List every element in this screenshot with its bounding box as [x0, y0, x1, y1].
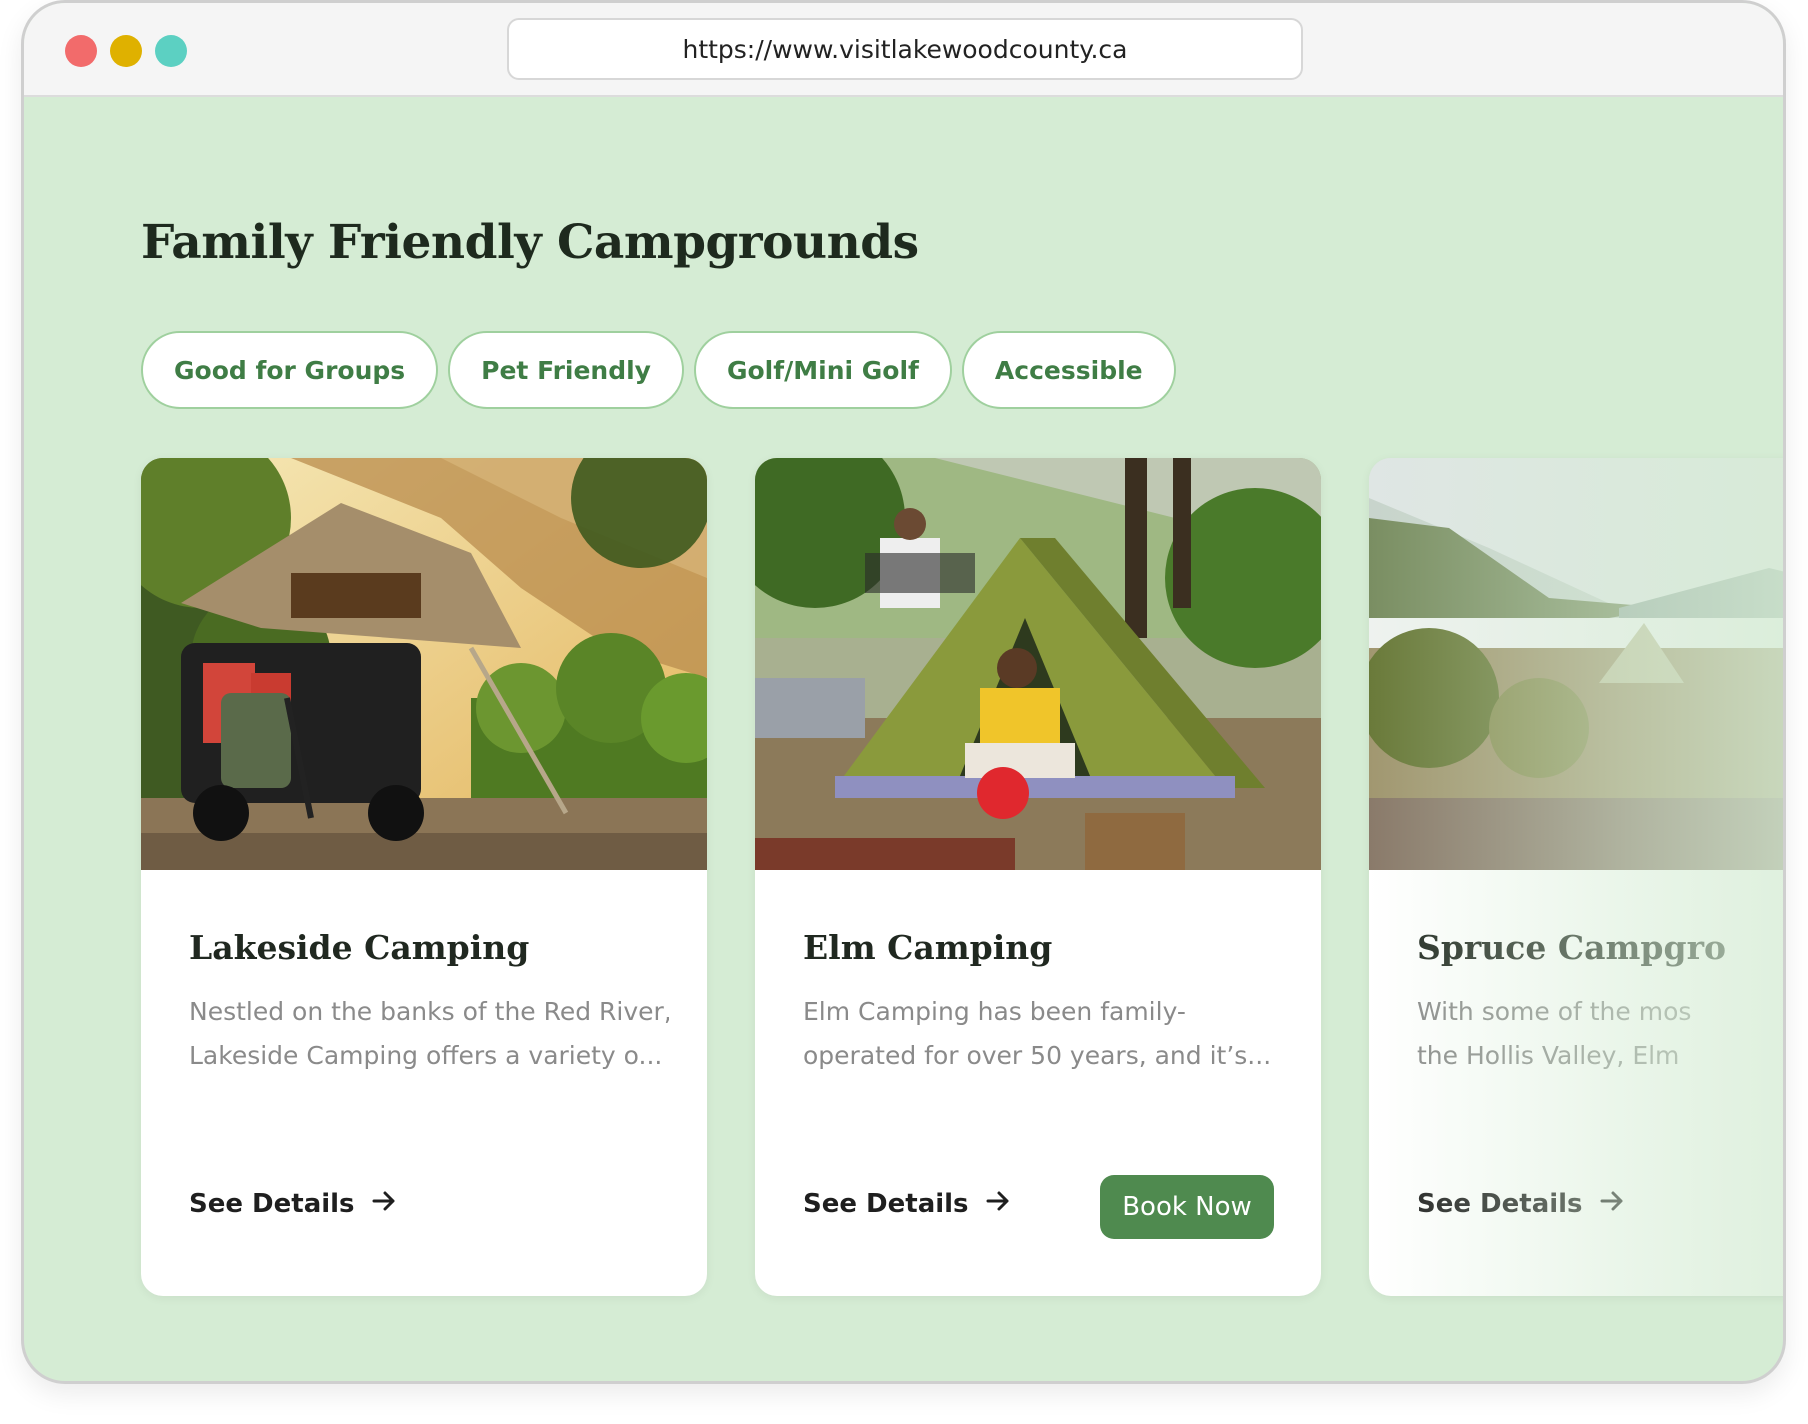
card-description-line: Lakeside Camping offers a variety o... [189, 1041, 663, 1070]
card-description-line: Nestled on the banks of the Red River, [189, 997, 669, 1026]
card-photo-misty-valley [1369, 458, 1783, 870]
filter-chip-golf-mini-golf[interactable]: Golf/Mini Golf [693, 331, 952, 409]
see-details-label: See Details [1417, 1189, 1583, 1219]
minimize-window-button[interactable] [110, 35, 142, 67]
card-description-line: operated for over 50 years, and it’s... [803, 1041, 1272, 1070]
card-photo-green-tent [755, 458, 1321, 870]
card-title: Lakeside Camping [189, 928, 530, 967]
close-window-button[interactable] [65, 35, 97, 67]
card-title: Spruce Campgro [1417, 928, 1726, 967]
card-description-line: Elm Camping has been family- [803, 997, 1186, 1026]
filter-chip-pet-friendly[interactable]: Pet Friendly [448, 331, 684, 409]
filter-chip-good-for-groups[interactable]: Good for Groups [141, 331, 439, 409]
see-details-label: See Details [189, 1189, 355, 1219]
arrow-right-icon [1599, 1188, 1625, 1221]
see-details-link[interactable]: See Details [189, 1184, 397, 1224]
filter-chip-accessible[interactable]: Accessible [961, 331, 1176, 409]
card-title: Elm Camping [803, 928, 1053, 967]
browser-window: https://www.visitlakewoodcounty.ca Famil… [21, 0, 1786, 1384]
card-description-line: With some of the mos [1417, 997, 1692, 1026]
arrow-right-icon [371, 1188, 397, 1221]
see-details-link[interactable]: See Details [803, 1184, 1011, 1224]
card-description: With some of the mos the Hollis Valley, … [1417, 990, 1783, 1078]
page-title: Family Friendly Campgrounds [141, 215, 919, 270]
arrow-right-icon [985, 1188, 1011, 1221]
card-photo-rooftop-tent-car [141, 458, 707, 870]
card-description: Elm Camping has been family- operated fo… [803, 990, 1283, 1078]
campground-card-lakeside[interactable]: Lakeside Camping Nestled on the banks of… [141, 458, 707, 1296]
address-bar[interactable]: https://www.visitlakewoodcounty.ca [507, 18, 1303, 80]
filter-chips: Good for Groups Pet Friendly Golf/Mini G… [141, 331, 1176, 409]
campground-card-spruce[interactable]: Spruce Campgro With some of the mos the … [1369, 458, 1783, 1296]
book-now-button[interactable]: Book Now [1100, 1175, 1274, 1239]
see-details-link[interactable]: See Details [1417, 1184, 1625, 1224]
maximize-window-button[interactable] [155, 35, 187, 67]
card-description: Nestled on the banks of the Red River, L… [189, 990, 669, 1078]
browser-titlebar: https://www.visitlakewoodcounty.ca [24, 3, 1783, 97]
campground-card-elm[interactable]: Elm Camping Elm Camping has been family-… [755, 458, 1321, 1296]
address-bar-url: https://www.visitlakewoodcounty.ca [682, 34, 1128, 64]
card-description-line: the Hollis Valley, Elm [1417, 1041, 1680, 1070]
see-details-label: See Details [803, 1189, 969, 1219]
